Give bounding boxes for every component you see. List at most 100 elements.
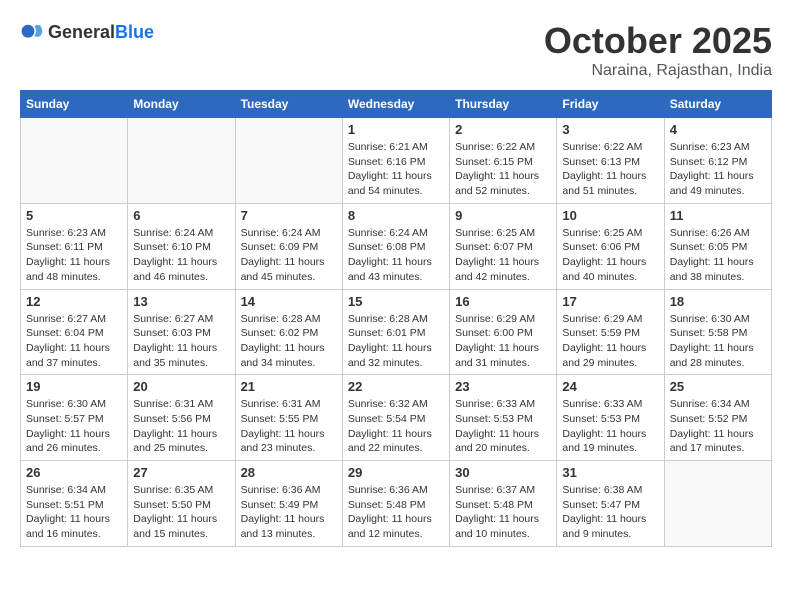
day-cell-5: 5 Sunrise: 6:23 AMSunset: 6:11 PMDaylight… (21, 203, 128, 289)
day-info: Sunrise: 6:33 AMSunset: 5:53 PMDaylight:… (455, 397, 551, 456)
logo-icon (20, 20, 44, 44)
day-info: Sunrise: 6:37 AMSunset: 5:48 PMDaylight:… (455, 483, 551, 542)
day-info: Sunrise: 6:31 AMSunset: 5:55 PMDaylight:… (241, 397, 337, 456)
weekday-wednesday: Wednesday (342, 91, 449, 118)
day-cell-30: 30Sunrise: 6:37 AMSunset: 5:48 PMDayligh… (450, 461, 557, 547)
day-cell-16: 16Sunrise: 6:29 AMSunset: 6:00 PMDayligh… (450, 289, 557, 375)
day-info: Sunrise: 6:35 AMSunset: 5:50 PMDaylight:… (133, 483, 229, 542)
day-number: 14 (241, 294, 337, 309)
day-number: 18 (670, 294, 766, 309)
week-row-3: 12 Sunrise: 6:27 AMSunset: 6:04 PMDayligh… (21, 289, 772, 375)
day-info: Sunrise: 6:34 AMSunset: 5:51 PMDaylight:… (26, 483, 122, 542)
day-info: Sunrise: 6:36 AMSunset: 5:48 PMDaylight:… (348, 483, 444, 542)
header: GeneralBlue October 2025 Naraina, Rajast… (20, 20, 772, 80)
day-number: 29 (348, 465, 444, 480)
weekday-friday: Friday (557, 91, 664, 118)
empty-cell (235, 118, 342, 204)
day-info: Sunrise: 6:23 AMSunset: 6:12 PMDaylight:… (670, 140, 766, 199)
day-cell-14: 14 Sunrise: 6:28 AMSunset: 6:02 PMDayligh… (235, 289, 342, 375)
day-info: Sunrise: 6:26 AMSunset: 6:05 PMDaylight:… (670, 226, 766, 285)
day-info: Sunrise: 6:38 AMSunset: 5:47 PMDaylight:… (562, 483, 658, 542)
day-cell-9: 9 Sunrise: 6:25 AMSunset: 6:07 PMDaylight… (450, 203, 557, 289)
weekday-saturday: Saturday (664, 91, 771, 118)
day-cell-17: 17 Sunrise: 6:29 AMSunset: 5:59 PMDayligh… (557, 289, 664, 375)
day-number: 5 (26, 208, 122, 223)
day-info: Sunrise: 6:28 AMSunset: 6:02 PMDaylight:… (241, 312, 337, 371)
day-info: Sunrise: 6:30 AMSunset: 5:58 PMDaylight:… (670, 312, 766, 371)
day-cell-8: 8 Sunrise: 6:24 AMSunset: 6:08 PMDaylight… (342, 203, 449, 289)
day-cell-19: 19 Sunrise: 6:30 AMSunset: 5:57 PMDayligh… (21, 375, 128, 461)
day-cell-29: 29 Sunrise: 6:36 AMSunset: 5:48 PMDayligh… (342, 461, 449, 547)
day-info: Sunrise: 6:34 AMSunset: 5:52 PMDaylight:… (670, 397, 766, 456)
week-row-2: 5 Sunrise: 6:23 AMSunset: 6:11 PMDaylight… (21, 203, 772, 289)
weekday-header-row: SundayMondayTuesdayWednesdayThursdayFrid… (21, 91, 772, 118)
day-number: 24 (562, 379, 658, 394)
day-info: Sunrise: 6:22 AMSunset: 6:15 PMDaylight:… (455, 140, 551, 199)
day-number: 15 (348, 294, 444, 309)
day-number: 28 (241, 465, 337, 480)
day-info: Sunrise: 6:25 AMSunset: 6:07 PMDaylight:… (455, 226, 551, 285)
day-cell-10: 10Sunrise: 6:25 AMSunset: 6:06 PMDayligh… (557, 203, 664, 289)
title-area: October 2025 Naraina, Rajasthan, India (544, 20, 772, 80)
day-info: Sunrise: 6:31 AMSunset: 5:56 PMDaylight:… (133, 397, 229, 456)
day-info: Sunrise: 6:32 AMSunset: 5:54 PMDaylight:… (348, 397, 444, 456)
empty-cell (128, 118, 235, 204)
logo-text-blue: Blue (115, 22, 154, 42)
day-info: Sunrise: 6:33 AMSunset: 5:53 PMDaylight:… (562, 397, 658, 456)
calendar-subtitle: Naraina, Rajasthan, India (544, 62, 772, 80)
day-number: 25 (670, 379, 766, 394)
day-number: 23 (455, 379, 551, 394)
day-cell-25: 25 Sunrise: 6:34 AMSunset: 5:52 PMDayligh… (664, 375, 771, 461)
empty-cell (664, 461, 771, 547)
day-number: 26 (26, 465, 122, 480)
day-info: Sunrise: 6:28 AMSunset: 6:01 PMDaylight:… (348, 312, 444, 371)
day-number: 13 (133, 294, 229, 309)
day-number: 8 (348, 208, 444, 223)
day-number: 7 (241, 208, 337, 223)
logo: GeneralBlue (20, 20, 154, 44)
day-number: 12 (26, 294, 122, 309)
day-info: Sunrise: 6:22 AMSunset: 6:13 PMDaylight:… (562, 140, 658, 199)
day-info: Sunrise: 6:24 AMSunset: 6:09 PMDaylight:… (241, 226, 337, 285)
day-cell-13: 13 Sunrise: 6:27 AMSunset: 6:03 PMDayligh… (128, 289, 235, 375)
day-info: Sunrise: 6:36 AMSunset: 5:49 PMDaylight:… (241, 483, 337, 542)
day-info: Sunrise: 6:24 AMSunset: 6:08 PMDaylight:… (348, 226, 444, 285)
day-info: Sunrise: 6:23 AMSunset: 6:11 PMDaylight:… (26, 226, 122, 285)
day-cell-28: 28 Sunrise: 6:36 AMSunset: 5:49 PMDayligh… (235, 461, 342, 547)
day-info: Sunrise: 6:27 AMSunset: 6:04 PMDaylight:… (26, 312, 122, 371)
weekday-sunday: Sunday (21, 91, 128, 118)
day-info: Sunrise: 6:30 AMSunset: 5:57 PMDaylight:… (26, 397, 122, 456)
day-number: 9 (455, 208, 551, 223)
day-cell-2: 2 Sunrise: 6:22 AMSunset: 6:15 PMDaylight… (450, 118, 557, 204)
day-cell-20: 20Sunrise: 6:31 AMSunset: 5:56 PMDayligh… (128, 375, 235, 461)
day-number: 10 (562, 208, 658, 223)
day-info: Sunrise: 6:29 AMSunset: 5:59 PMDaylight:… (562, 312, 658, 371)
day-cell-23: 23 Sunrise: 6:33 AMSunset: 5:53 PMDayligh… (450, 375, 557, 461)
day-number: 2 (455, 122, 551, 137)
day-number: 21 (241, 379, 337, 394)
day-number: 6 (133, 208, 229, 223)
day-number: 17 (562, 294, 658, 309)
day-number: 1 (348, 122, 444, 137)
day-info: Sunrise: 6:24 AMSunset: 6:10 PMDaylight:… (133, 226, 229, 285)
day-number: 19 (26, 379, 122, 394)
week-row-4: 19 Sunrise: 6:30 AMSunset: 5:57 PMDayligh… (21, 375, 772, 461)
day-cell-18: 18 Sunrise: 6:30 AMSunset: 5:58 PMDayligh… (664, 289, 771, 375)
day-number: 27 (133, 465, 229, 480)
day-number: 4 (670, 122, 766, 137)
day-cell-4: 4 Sunrise: 6:23 AMSunset: 6:12 PMDaylight… (664, 118, 771, 204)
empty-cell (21, 118, 128, 204)
weekday-monday: Monday (128, 91, 235, 118)
day-cell-24: 24 Sunrise: 6:33 AMSunset: 5:53 PMDayligh… (557, 375, 664, 461)
day-info: Sunrise: 6:27 AMSunset: 6:03 PMDaylight:… (133, 312, 229, 371)
day-cell-11: 11 Sunrise: 6:26 AMSunset: 6:05 PMDayligh… (664, 203, 771, 289)
day-cell-27: 27 Sunrise: 6:35 AMSunset: 5:50 PMDayligh… (128, 461, 235, 547)
day-number: 16 (455, 294, 551, 309)
day-number: 31 (562, 465, 658, 480)
weekday-thursday: Thursday (450, 91, 557, 118)
week-row-1: 1Sunrise: 6:21 AMSunset: 6:16 PMDaylight… (21, 118, 772, 204)
day-cell-22: 22Sunrise: 6:32 AMSunset: 5:54 PMDayligh… (342, 375, 449, 461)
day-cell-3: 3Sunrise: 6:22 AMSunset: 6:13 PMDaylight… (557, 118, 664, 204)
day-number: 11 (670, 208, 766, 223)
day-cell-1: 1Sunrise: 6:21 AMSunset: 6:16 PMDaylight… (342, 118, 449, 204)
